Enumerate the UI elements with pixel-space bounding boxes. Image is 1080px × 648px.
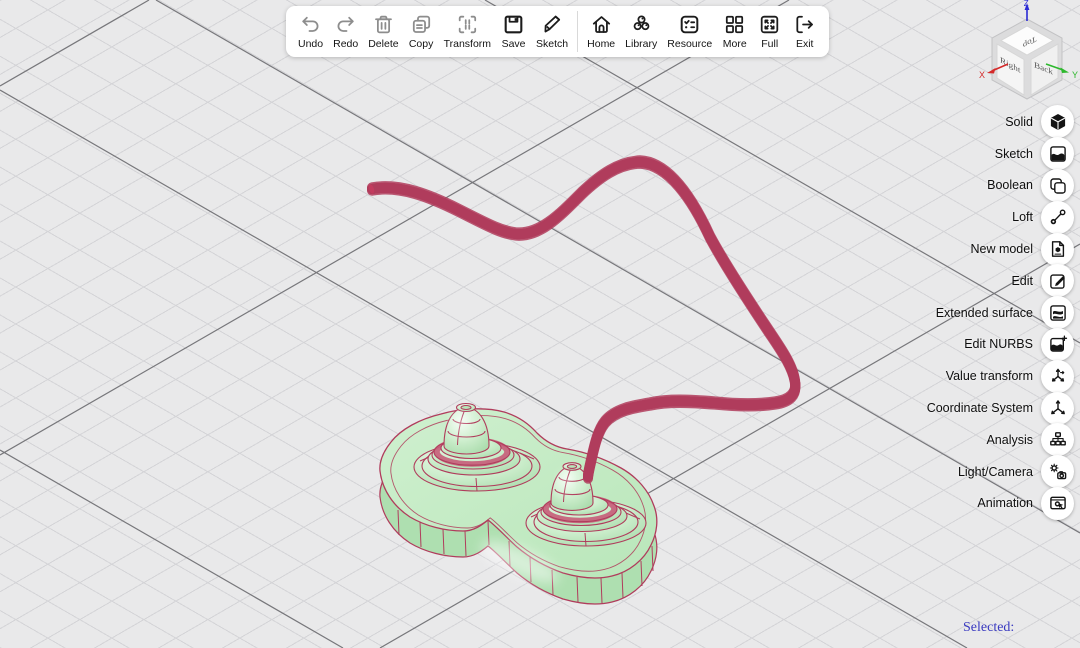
menu-item-label: Solid [1005,115,1033,129]
toolbar-button-label: More [723,38,747,50]
axis-x-label: X [979,70,985,80]
toolbar-button-transform[interactable]: Transform [439,9,496,54]
joystick-right-sheen [560,474,571,492]
value-transform-icon[interactable] [1041,360,1074,393]
menu-item-extended-surface[interactable]: Extended surface [927,297,1074,329]
view-cube[interactable]: Top Right Back X Y Z [975,0,1080,105]
axis-y-label: Y [1072,70,1078,80]
new-model-icon[interactable] [1041,233,1074,266]
toolbar-divider [577,11,578,52]
right-tool-menu: Solid Sketch Boolean Loft New model Edit Exten… [927,106,1074,519]
menu-item-boolean[interactable]: Boolean [927,170,1074,202]
toolbar-button-label: Undo [298,38,323,50]
extended-surface-icon[interactable] [1041,296,1074,329]
axis-z-label: Z [1024,0,1029,8]
toolbar-button-home[interactable]: Home [582,9,620,54]
full-icon [757,12,782,37]
home-icon [589,12,614,37]
solid-icon[interactable] [1041,105,1074,138]
toolbar-button-delete[interactable]: Delete [363,9,403,54]
resource-icon [677,12,702,37]
animation-icon[interactable] [1041,487,1074,520]
redo-icon [333,12,358,37]
delete-icon [371,12,396,37]
undo-icon [298,12,323,37]
menu-item-label: Light/Camera [958,465,1033,479]
exit-icon [792,12,817,37]
edit-icon[interactable] [1041,264,1074,297]
toolbar-button-full[interactable]: Full [752,9,787,54]
menu-item-solid[interactable]: Solid [927,106,1074,138]
toolbar-button-save[interactable]: Save [496,9,531,54]
toolbar-button-exit[interactable]: Exit [787,9,822,54]
menu-item-new-model[interactable]: New model [927,233,1074,265]
toolbar-button-label: Full [761,38,778,50]
model-group[interactable] [368,160,796,604]
toolbar-button-label: Sketch [536,38,568,50]
menu-item-label: Edit [1011,274,1033,288]
menu-item-analysis[interactable]: Analysis [927,424,1074,456]
copy-icon [409,12,434,37]
menu-item-edit[interactable]: Edit [927,265,1074,297]
toolbar-button-label: Delete [368,38,398,50]
toolbar-button-label: Copy [409,38,434,50]
axis-z: Z [1024,0,1030,21]
menu-item-label: Boolean [987,178,1033,192]
viewport-canvas[interactable] [0,0,1080,648]
more-icon [722,12,747,37]
menu-item-label: Coordinate System [927,401,1033,415]
library-icon [629,12,654,37]
menu-item-animation[interactable]: Animation [927,488,1074,520]
toolbar-button-library[interactable]: Library [620,9,662,54]
toolbar-button-redo[interactable]: Redo [328,9,363,54]
toolbar-button-label: Home [587,38,615,50]
menu-item-label: Animation [977,496,1033,510]
loft-icon[interactable] [1041,201,1074,234]
toolbar-button-label: Redo [333,38,358,50]
sketch-surface-icon[interactable] [1041,137,1074,170]
toolbar-button-copy[interactable]: Copy [404,9,439,54]
menu-item-value-transform[interactable]: Value transform [927,360,1074,392]
toolbar-button-resource[interactable]: Resource [662,9,717,54]
transform-icon [455,12,480,37]
joystick-left-sheen [453,414,465,434]
menu-item-coordinate-system[interactable]: Coordinate System [927,392,1074,424]
toolbar-button-label: Transform [444,38,491,50]
menu-item-label: Loft [1012,210,1033,224]
save-icon [501,12,526,37]
menu-item-label: New model [970,242,1033,256]
menu-item-label: Sketch [995,147,1033,161]
toolbar-button-label: Exit [796,38,814,50]
selected-status-label: Selected: [963,620,1014,636]
sketch-icon [540,12,565,37]
menu-item-loft[interactable]: Loft [927,201,1074,233]
boolean-icon[interactable] [1041,169,1074,202]
menu-item-label: Edit NURBS [964,337,1033,351]
edit-nurbs-icon[interactable] [1041,328,1074,361]
light-camera-icon[interactable] [1041,455,1074,488]
coordinate-system-icon[interactable] [1041,392,1074,425]
analysis-icon[interactable] [1041,423,1074,456]
toolbar-button-label: Resource [667,38,712,50]
toolbar-button-label: Save [502,38,526,50]
menu-item-label: Value transform [946,369,1033,383]
toolbar-button-label: Library [625,38,657,50]
toolbar-button-undo[interactable]: Undo [293,9,328,54]
toolbar-button-sketch[interactable]: Sketch [531,9,573,54]
menu-item-edit-nurbs[interactable]: Edit NURBS [927,329,1074,361]
top-toolbar: Undo Redo Delete Copy Transform Save Sketch Hom… [286,6,829,57]
toolbar-button-more[interactable]: More [717,9,752,54]
menu-item-light-camera[interactable]: Light/Camera [927,456,1074,488]
menu-item-sketch[interactable]: Sketch [927,138,1074,170]
menu-item-label: Extended surface [936,306,1033,320]
menu-item-label: Analysis [986,433,1033,447]
